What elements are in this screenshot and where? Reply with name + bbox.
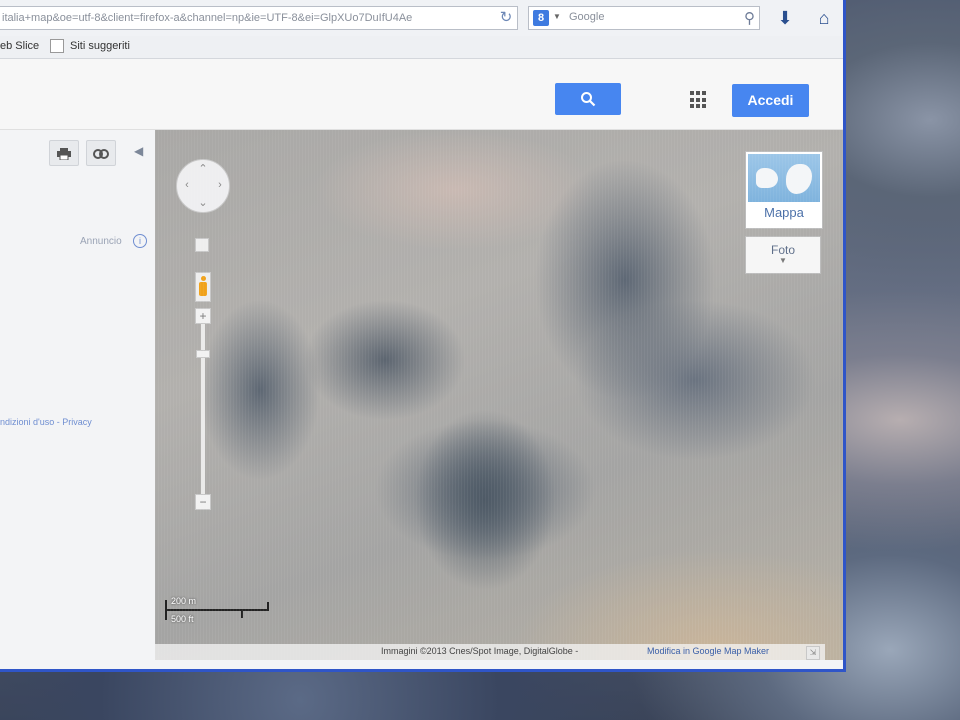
photos-button[interactable]: Foto ▼ xyxy=(745,236,821,274)
terms-privacy-links[interactable]: ndizioni d'uso - Privacy xyxy=(0,417,92,427)
scale-line xyxy=(165,609,269,611)
link-icon xyxy=(93,149,109,159)
map-type-button[interactable]: Mappa xyxy=(745,151,823,229)
print-button[interactable] xyxy=(49,140,79,166)
zoom-slider-thumb[interactable] xyxy=(196,350,210,358)
search-icon[interactable]: ⚲ xyxy=(744,9,755,27)
zoom-reset-button[interactable] xyxy=(195,238,209,252)
zoom-in-button[interactable]: + xyxy=(195,308,211,324)
search-icon xyxy=(581,92,596,107)
pegman-icon[interactable] xyxy=(195,272,211,302)
bookmarks-bar: eb Slice Siti suggeriti xyxy=(0,36,843,59)
attribution-bar: Immagini ©2013 Cnes/Spot Image, DigitalG… xyxy=(155,644,825,660)
collapse-panel-icon[interactable]: ◀ xyxy=(134,144,143,158)
scale-bar: 200 m 500 ft xyxy=(163,592,273,626)
browser-window: italia+map&oe=utf-8&client=firefox-a&cha… xyxy=(0,0,846,672)
page-icon xyxy=(50,39,64,53)
search-engine-field[interactable]: 8 ▼ Google ⚲ xyxy=(528,6,760,30)
home-icon[interactable]: ⌂ xyxy=(814,8,834,28)
pegman-figure xyxy=(199,276,207,298)
signin-button[interactable]: Accedi xyxy=(732,84,809,117)
scale-imperial-label: 500 ft xyxy=(171,614,194,624)
photos-label: Foto xyxy=(770,243,795,257)
bookmark-web-slice[interactable]: eb Slice xyxy=(0,40,39,52)
pan-left-icon[interactable]: ‹ xyxy=(180,179,194,191)
scale-tick xyxy=(165,600,167,620)
bookmark-suggested-sites[interactable]: Siti suggeriti xyxy=(70,40,130,52)
chevron-down-icon: ▼ xyxy=(779,256,787,265)
pan-control[interactable]: ⌃ ‹ › ⌄ xyxy=(176,159,230,213)
zoom-slider-track[interactable] xyxy=(201,324,205,494)
reload-icon[interactable]: ↻ xyxy=(498,10,514,26)
pan-down-icon[interactable]: ⌄ xyxy=(196,196,210,209)
link-button[interactable] xyxy=(86,140,116,166)
url-field[interactable]: italia+map&oe=utf-8&client=firefox-a&cha… xyxy=(0,6,518,30)
search-engine-placeholder: Google xyxy=(569,11,605,23)
scale-tick xyxy=(267,602,269,610)
chevron-down-icon[interactable]: ▼ xyxy=(553,12,561,21)
world-map-thumbnail xyxy=(748,154,820,202)
satellite-map[interactable]: ⌃ ‹ › ⌄ + − Mappa Foto ▼ 200 m 500 ft xyxy=(155,130,843,660)
map-type-label: Mappa xyxy=(764,205,804,220)
download-icon[interactable]: ⬇ xyxy=(776,9,794,27)
pan-right-icon[interactable]: › xyxy=(213,179,227,191)
imagery-attribution: Immagini ©2013 Cnes/Spot Image, DigitalG… xyxy=(381,646,579,656)
ad-label: Annuncio xyxy=(80,236,122,247)
print-icon xyxy=(57,148,71,161)
maps-search-button[interactable] xyxy=(555,83,621,115)
info-icon[interactable]: i xyxy=(133,234,147,248)
apps-grid-icon[interactable] xyxy=(690,91,708,109)
pan-up-icon[interactable]: ⌃ xyxy=(196,162,210,175)
expand-icon[interactable]: ⇲ xyxy=(806,646,820,660)
scale-tick xyxy=(241,610,243,618)
map-maker-link[interactable]: Modifica in Google Map Maker xyxy=(647,646,769,656)
navigation-toolbar: italia+map&oe=utf-8&client=firefox-a&cha… xyxy=(0,0,843,37)
zoom-out-button[interactable]: − xyxy=(195,494,211,510)
maps-header: Accedi xyxy=(0,59,843,130)
scale-metric-label: 200 m xyxy=(171,596,197,606)
left-panel: ◀ Annuncio i ndizioni d'uso - Privacy xyxy=(0,130,155,669)
google-engine-icon[interactable]: 8 xyxy=(533,10,549,26)
